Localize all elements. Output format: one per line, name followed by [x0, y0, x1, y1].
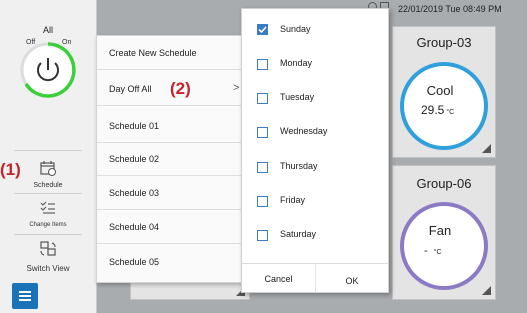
calendar-icon: [40, 161, 56, 176]
day-label: Sunday: [280, 24, 311, 34]
day-option-thursday[interactable]: Thursday: [242, 149, 388, 183]
group-temperature: - °C: [424, 245, 442, 257]
temp-unit: °C: [433, 249, 442, 256]
switch-view-button[interactable]: Switch View: [14, 240, 82, 273]
temp-unit: °C: [446, 109, 455, 116]
hamburger-menu-button[interactable]: [12, 283, 38, 309]
group-card-03[interactable]: Group-03 Cool 29.5 °C: [392, 26, 496, 158]
schedule-label: Schedule: [33, 182, 63, 189]
checkbox-icon[interactable]: [257, 230, 268, 241]
menu-item-schedule-03[interactable]: Schedule 03: [97, 176, 242, 210]
checkbox-icon[interactable]: [257, 196, 268, 207]
menu-item-label: Schedule 02: [109, 154, 160, 164]
chevron-right-icon: >: [233, 82, 240, 94]
change-items-button[interactable]: Change Items: [14, 200, 82, 228]
checkbox-checked-icon[interactable]: [257, 24, 268, 35]
day-option-friday[interactable]: Friday: [242, 183, 388, 217]
divider: [14, 150, 82, 151]
group-title: Group-03: [416, 35, 472, 50]
resize-corner-icon: [482, 144, 491, 153]
menu-item-label: Schedule 01: [109, 121, 160, 131]
day-option-saturday[interactable]: Saturday: [242, 217, 388, 251]
switch-view-label: Switch View: [26, 264, 70, 273]
day-option-monday[interactable]: Monday: [242, 46, 388, 80]
menu-item-create-new-schedule[interactable]: Create New Schedule: [97, 36, 242, 70]
schedule-menu: Create New Schedule Day Off All > Schedu…: [96, 35, 243, 283]
group-title: Group-06: [416, 176, 472, 191]
menu-item-label: Schedule 03: [109, 188, 160, 198]
ok-button[interactable]: OK: [316, 271, 388, 291]
resize-corner-icon: [482, 286, 491, 295]
group-mode: Fan: [428, 223, 452, 238]
menu-item-schedule-02[interactable]: Schedule 02: [97, 142, 242, 176]
day-label: Tuesday: [280, 92, 315, 102]
day-label: Monday: [280, 58, 313, 68]
day-label: Friday: [280, 195, 306, 205]
menu-item-label: Day Off All: [109, 84, 152, 94]
menu-item-label: Schedule 05: [109, 257, 160, 267]
checklist-icon: [40, 201, 55, 214]
day-label: Wednesday: [280, 126, 328, 136]
checkbox-icon[interactable]: [257, 127, 268, 138]
group-temperature: 29.5 °C: [421, 103, 454, 117]
datetime: 22/01/2019 Tue 08:49 PM: [398, 4, 502, 14]
day-label: Saturday: [280, 229, 317, 239]
checkbox-icon[interactable]: [257, 162, 268, 173]
menu-item-label: Schedule 04: [109, 222, 160, 232]
temp-value: 29.5: [421, 103, 445, 117]
power-toggle-button[interactable]: [19, 41, 77, 99]
day-option-sunday[interactable]: Sunday: [242, 11, 388, 45]
temp-value: -: [424, 245, 428, 257]
divider: [14, 234, 82, 235]
menu-item-schedule-04[interactable]: Schedule 04: [97, 210, 242, 244]
day-label: Thursday: [280, 161, 318, 171]
callout-2: (2): [170, 79, 191, 98]
divider: [14, 193, 82, 194]
checkbox-icon[interactable]: [257, 93, 268, 104]
menu-item-schedule-01[interactable]: Schedule 01: [97, 109, 242, 143]
day-option-tuesday[interactable]: Tuesday: [242, 80, 388, 114]
group-mode: Cool: [426, 83, 454, 98]
change-items-label: Change Items: [29, 222, 67, 228]
schedule-button[interactable]: Schedule: [14, 160, 82, 189]
switch-view-icon: [40, 241, 56, 256]
checkbox-icon[interactable]: [257, 59, 268, 70]
callout-1: (1): [0, 160, 21, 179]
cancel-button[interactable]: Cancel: [242, 269, 315, 289]
day-off-popup: Sunday Monday Tuesday Wednesday Thursday…: [241, 8, 389, 293]
all-label: All: [42, 25, 53, 35]
group-card-partial[interactable]: [130, 280, 250, 300]
menu-item-label: Create New Schedule: [109, 48, 197, 58]
day-option-wednesday[interactable]: Wednesday: [242, 114, 388, 148]
menu-item-schedule-05[interactable]: Schedule 05: [97, 245, 242, 279]
group-card-06[interactable]: Group-06 Fan - °C: [392, 165, 496, 300]
mode-ring: [400, 202, 488, 290]
